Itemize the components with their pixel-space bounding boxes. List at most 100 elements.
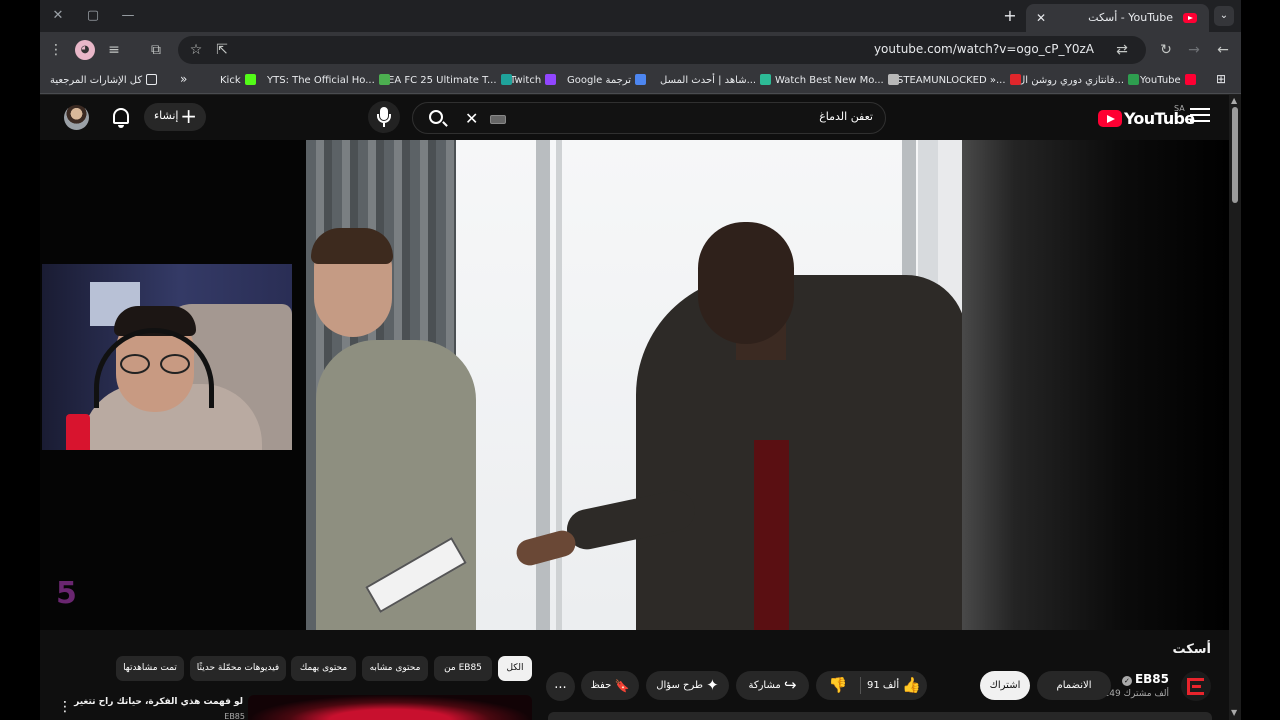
- site-settings-icon[interactable]: ⇄: [1112, 40, 1132, 60]
- save-button[interactable]: حفظ 🔖: [581, 671, 639, 700]
- share-icon: ↪: [783, 676, 797, 694]
- ask-question-button[interactable]: طرح سؤال ✦: [646, 671, 729, 700]
- search-input[interactable]: تعفن الدماغ: [819, 110, 873, 123]
- profile-icon[interactable]: ◕: [75, 40, 95, 60]
- recommendation-thumbnail[interactable]: [248, 695, 532, 720]
- all-bookmarks[interactable]: كل الإشارات المرجعية: [50, 74, 158, 86]
- share-button[interactable]: مشاركة ↪: [736, 671, 809, 700]
- video-frame[interactable]: [306, 140, 962, 630]
- movies-icon: [887, 74, 899, 85]
- translate-icon: [635, 74, 647, 85]
- chip-related[interactable]: محتوى مشابه: [362, 656, 428, 681]
- clear-search-icon[interactable]: ✕: [465, 109, 478, 128]
- twitch-icon: [545, 74, 557, 85]
- window-maximize-button[interactable]: ▢: [81, 5, 105, 27]
- scroll-down-icon[interactable]: ▼: [1231, 708, 1237, 717]
- bookmark-steamunlocked[interactable]: STEAMUNLOCKED »...: [897, 74, 1021, 86]
- description-box[interactable]: [548, 712, 1212, 720]
- video-title: أسكت: [1172, 642, 1211, 657]
- channel-name[interactable]: ✓ EB85: [1121, 672, 1169, 686]
- subscribe-button[interactable]: اشتراك: [980, 671, 1030, 700]
- browser-toolbar: ⋮ ◕ ≡ ⧉ ☆ ⇱ youtube.com/watch?v=ogo_cP_Y…: [40, 32, 1241, 68]
- avatar[interactable]: [64, 105, 89, 130]
- scroll-up-icon[interactable]: ▲: [1231, 96, 1237, 105]
- chip-from-channel[interactable]: من EB85: [434, 656, 492, 681]
- like-button[interactable]: 91 ألف 👍: [861, 671, 927, 700]
- bookmark-label: YouTube: [1140, 75, 1181, 86]
- keyboard-icon[interactable]: [490, 115, 506, 124]
- bookmark-ea-fc[interactable]: EA FC 25 Ultimate T...: [388, 74, 512, 86]
- bookmark-kick[interactable]: Kick: [220, 74, 256, 86]
- sparkle-icon: ✦: [706, 676, 719, 694]
- join-button[interactable]: الانضمام: [1037, 671, 1111, 700]
- yts-icon: [378, 74, 390, 85]
- share-label: مشاركة: [748, 680, 781, 691]
- forward-icon[interactable]: →: [1184, 40, 1204, 60]
- chip-all[interactable]: الكل: [498, 656, 532, 681]
- bookmark-label: Kick: [220, 75, 241, 86]
- search-button[interactable]: [413, 103, 461, 133]
- fantasy-icon: [1128, 74, 1140, 85]
- bookmark-shahid[interactable]: شاهد | أحدث المسل...: [660, 74, 772, 86]
- bookmarks-overflow-icon[interactable]: »: [180, 72, 187, 86]
- cast-icon[interactable]: ⇱: [212, 40, 232, 60]
- bookmark-twitch[interactable]: Twitch: [510, 74, 557, 86]
- window-close-button[interactable]: ✕: [46, 5, 70, 27]
- plus-icon: +: [180, 104, 197, 128]
- microphone-leg: [383, 123, 385, 127]
- address-bar[interactable]: ☆ ⇱ youtube.com/watch?v=ogo_cP_Y0zA ⇄: [178, 36, 1146, 64]
- youtube-logo[interactable]: YouTube: [1098, 107, 1195, 129]
- scrollbar-thumb[interactable]: [1232, 107, 1238, 203]
- bookmark-star-icon[interactable]: ☆: [186, 40, 206, 60]
- browser-menu-icon[interactable]: ⋮: [46, 40, 66, 60]
- notifications-bell-icon[interactable]: [113, 108, 129, 128]
- extensions-icon[interactable]: ⧉: [146, 40, 166, 60]
- youtube-favicon-icon: [1183, 13, 1197, 23]
- like-dislike-group: 👎 91 ألف 👍: [816, 671, 927, 700]
- chip-for-you[interactable]: محتوى يهمك: [291, 656, 356, 681]
- window-minimize-button[interactable]: —: [116, 5, 140, 27]
- left-person-hair: [311, 228, 393, 264]
- video-player[interactable]: 5: [40, 140, 1229, 630]
- chip-recently-uploaded[interactable]: فيديوهات محمّلة حديثًا: [190, 656, 286, 681]
- tab-search-icon[interactable]: ⌄: [1214, 6, 1234, 26]
- dislike-button[interactable]: 👎: [816, 671, 860, 700]
- recommendation-menu-icon[interactable]: ⋮: [58, 699, 72, 715]
- browser-window: ✕ ▢ — + ✕ أسكت - YouTube ⌄ ⋮ ◕ ≡ ⧉ ☆ ⇱ y…: [40, 0, 1241, 720]
- new-tab-button[interactable]: +: [998, 5, 1022, 27]
- search-icon: [429, 110, 443, 124]
- save-label: حفظ: [590, 680, 612, 691]
- apps-icon[interactable]: ⊞: [1216, 72, 1226, 86]
- streamer-webcam: [42, 264, 292, 450]
- tab-youtube[interactable]: ✕ أسكت - YouTube: [1026, 4, 1209, 32]
- media-control-icon[interactable]: ≡: [104, 40, 124, 60]
- chip-watched[interactable]: تمت مشاهدتها: [116, 656, 184, 681]
- bookmarks-bar: ⊞ YouTube فانتازي دوري روشن ال... STEAMU…: [40, 68, 1241, 94]
- reload-icon[interactable]: ↻: [1156, 40, 1176, 60]
- bookmark-fantasy[interactable]: فانتازي دوري روشن ال...: [1018, 74, 1140, 86]
- verified-icon: ✓: [1121, 676, 1132, 686]
- all-bookmarks-label: كل الإشارات المرجعية: [50, 75, 143, 86]
- steamunlocked-icon: [1009, 74, 1021, 85]
- bookmark-google-translate[interactable]: Google ترجمة: [567, 74, 647, 86]
- kick-icon: [244, 74, 256, 85]
- overlay-five-logo: 5: [56, 576, 77, 611]
- bookmark-yts[interactable]: YTS: The Official Ho...: [267, 74, 390, 86]
- recommendation-title[interactable]: لو فهمت هذي الفكرة، حياتك راح تتغير: [74, 697, 243, 707]
- search-box[interactable]: ✕ تعفن الدماغ: [412, 102, 886, 134]
- back-icon[interactable]: ←: [1213, 40, 1233, 60]
- bookmark-watch-movies[interactable]: Watch Best New Mo...: [775, 74, 899, 86]
- tab-close-icon[interactable]: ✕: [1032, 9, 1050, 27]
- create-button[interactable]: إنشاء +: [144, 103, 206, 131]
- channel-avatar[interactable]: [1181, 671, 1211, 701]
- subscriber-count: 149 ألف مشترك: [1103, 689, 1169, 699]
- dislike-icon: 👎: [828, 676, 848, 694]
- voice-search-button[interactable]: [368, 101, 400, 133]
- url-text[interactable]: youtube.com/watch?v=ogo_cP_Y0zA: [874, 42, 1094, 56]
- more-actions-button[interactable]: ...: [546, 672, 575, 701]
- page-scrollbar[interactable]: ▲ ▼: [1229, 95, 1241, 720]
- bookmark-youtube[interactable]: YouTube: [1140, 74, 1196, 86]
- recommendation-channel[interactable]: EB85: [224, 712, 245, 720]
- youtube-page: YouTube SA ✕ تعفن الدماغ إنشاء + 5 ▲ ▼ أ…: [40, 95, 1241, 720]
- folder-icon: [146, 74, 158, 85]
